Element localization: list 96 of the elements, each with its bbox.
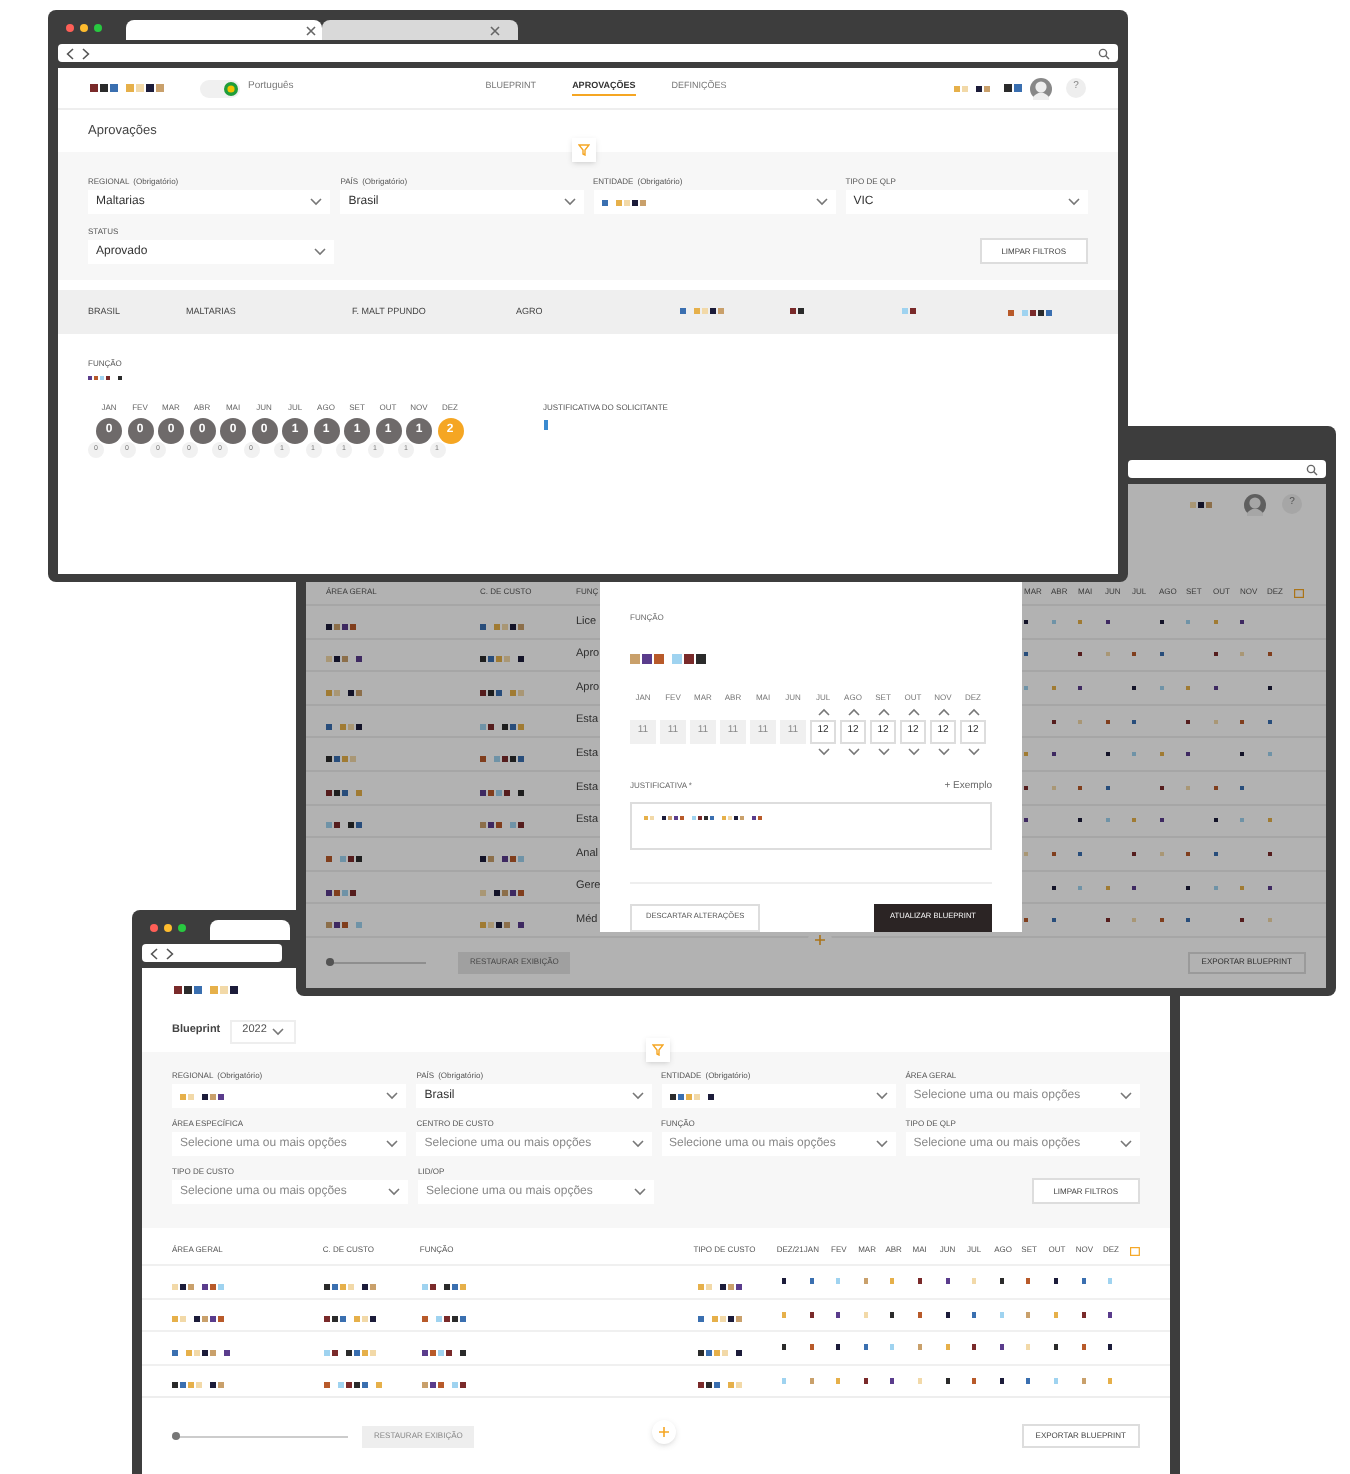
pixelated-text [172,1382,226,1389]
chevron-down-icon [386,1140,399,1148]
pixelated-text [480,656,526,663]
close-window-icon[interactable] [150,924,158,932]
pixelated-text [480,855,526,862]
pixelated-text [480,723,526,730]
flag-icon [224,81,238,95]
chevron-down-icon [386,1092,399,1100]
close-icon[interactable] [306,25,316,35]
chevron-down-icon [1120,1092,1132,1100]
avatar-icon[interactable] [1030,77,1052,99]
pixelated-text [954,85,992,91]
chevron-down-icon [272,1027,285,1035]
zoom-slider[interactable] [326,958,426,967]
chevron-up-icon [907,708,919,716]
pixelated-text [326,723,364,730]
pixelated-text [172,1349,232,1356]
chevron-down-icon [817,748,829,756]
pixelated-text [326,822,364,829]
pixelated-text [324,1283,378,1290]
pixelated-text [790,307,806,314]
zoom-slider[interactable] [172,1432,348,1440]
address-bar[interactable] [142,944,282,962]
pixelated-text [698,1382,744,1389]
search-icon[interactable] [1098,47,1110,59]
chevron-up-icon [937,708,949,716]
pixelated-text [326,922,364,929]
slider-thumb[interactable] [326,958,334,967]
chevron-down-icon [937,748,949,756]
pixelated-text [630,654,708,664]
chevron-down-icon [967,748,979,756]
pixelated-text [480,789,526,796]
plus-icon [814,934,826,946]
avatar-icon[interactable] [1244,493,1266,515]
calendar-icon[interactable] [1294,587,1304,597]
pixelated-text [324,1382,384,1389]
select-field[interactable] [593,190,836,214]
chevron-down-icon [907,748,919,756]
calendar-icon[interactable] [1130,1245,1140,1255]
chevron-down-icon [815,198,828,206]
pixelated-text [480,922,526,929]
chevron-up-icon [877,708,889,716]
pixelated-text [422,1349,468,1356]
minimize-window-icon[interactable] [164,924,172,932]
pixelated-text [326,855,364,862]
search-icon[interactable] [1306,463,1318,475]
chevron-down-icon [314,248,326,256]
back-icon[interactable] [66,47,74,59]
pixelated-text [326,656,364,663]
justification-field[interactable] [630,801,992,850]
chevron-down-icon [634,1188,646,1196]
pixelated-text [180,1093,226,1099]
pixelated-text [669,1093,715,1099]
plus-icon [658,1426,670,1438]
logo [174,985,240,993]
chevron-down-icon [563,198,575,206]
funnel-icon [578,144,590,156]
pixelated-text [422,1283,468,1290]
chevron-up-icon [847,708,859,716]
filter-toggle-button[interactable] [646,1038,670,1062]
chevron-down-icon [310,198,323,206]
chevron-up-icon [817,708,829,716]
close-window-icon[interactable] [66,24,74,32]
maximize-window-icon[interactable] [94,24,102,32]
language-toggle[interactable] [200,79,240,97]
chevron-down-icon [388,1188,400,1196]
chevron-down-icon [1120,1140,1132,1148]
forward-icon[interactable] [82,47,90,59]
chevron-down-icon [847,748,859,756]
back-icon[interactable] [150,947,158,959]
pixelated-text [326,789,364,796]
filter-toggle-button[interactable] [572,138,596,162]
pixelated-text [1004,84,1024,92]
pixelated-text [698,1349,744,1356]
funnel-icon [652,1044,664,1056]
chevron-up-icon [967,708,979,716]
chevron-down-icon [1068,198,1080,206]
chevron-down-icon [877,748,889,756]
chevron-down-icon [631,1140,643,1148]
pixelated-text [324,1316,378,1323]
pixelated-text [172,1283,226,1290]
pixelated-text [698,1283,744,1290]
pixelated-text [326,689,364,696]
slider-thumb[interactable] [172,1432,180,1440]
pixelated-text [422,1382,468,1389]
select-field[interactable] [172,1084,407,1108]
select-field[interactable] [661,1084,896,1108]
chevron-down-icon [875,1092,888,1100]
close-icon[interactable] [490,25,500,35]
pixelated-text [480,822,526,829]
chevron-down-icon [631,1092,643,1100]
minimize-window-icon[interactable] [80,24,88,32]
forward-icon[interactable] [166,947,174,959]
pixelated-text [480,689,526,696]
chevron-down-icon [875,1140,888,1148]
maximize-window-icon[interactable] [178,924,186,932]
